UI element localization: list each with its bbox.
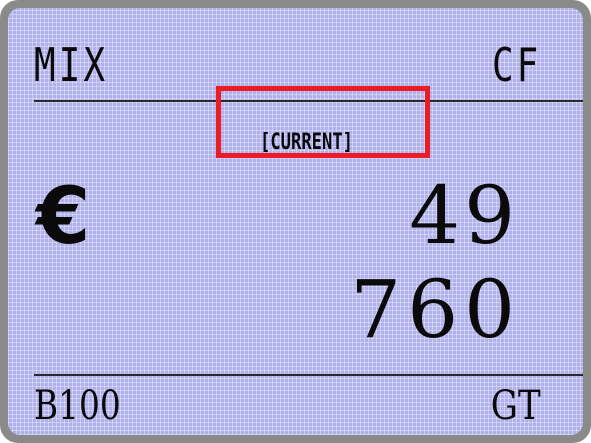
function-label: CF [491, 38, 541, 92]
lcd-frame: MIX CF [CURRENT] € 49 760 B100 GT [0, 0, 591, 443]
euro-icon: € [36, 172, 91, 262]
mode-label: MIX [34, 38, 109, 92]
grand-total-label: GT [491, 383, 541, 429]
status-text: [CURRENT] [260, 130, 353, 155]
lcd-screen: MIX CF [CURRENT] € 49 760 B100 GT [8, 8, 583, 435]
count-value: 49 [409, 169, 519, 262]
amount-value: 760 [350, 263, 521, 356]
batch-label: B100 [34, 383, 121, 429]
bottom-divider [34, 374, 583, 376]
